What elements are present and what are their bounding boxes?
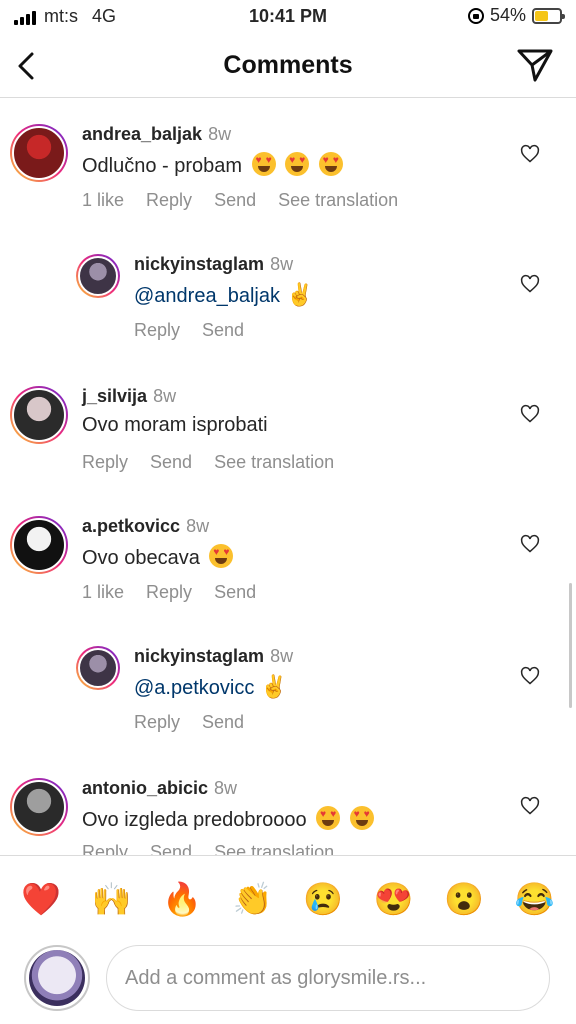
comment-text: Ovo moram isprobati <box>82 414 268 436</box>
like-heart-icon[interactable] <box>520 144 540 164</box>
see-translation-button[interactable]: See translation <box>214 842 334 855</box>
fire-emoji-button[interactable]: 🔥 <box>160 877 204 921</box>
reply-button[interactable]: Reply <box>134 712 180 732</box>
comment-text: Odlučno - probam <box>82 155 243 177</box>
mention-link[interactable]: @andrea_baljak <box>134 285 280 307</box>
emoji-quick-bar: ❤️ 🙌 🔥 👏 😢 😍 😮 😂 <box>0 855 576 941</box>
victory-hand-emoji-icon: ✌ <box>260 674 288 699</box>
avatar[interactable] <box>76 254 120 298</box>
comment-time: 8w <box>186 516 210 536</box>
comment-time: 8w <box>270 646 294 666</box>
comment-username[interactable]: andrea_baljak <box>82 124 202 144</box>
my-avatar <box>24 945 90 1011</box>
comments-list[interactable]: andrea_baljak 8w Odlučno - probam 1 like R… <box>0 98 576 855</box>
like-heart-icon[interactable] <box>520 274 540 294</box>
crying-emoji-button[interactable]: 😢 <box>301 877 345 921</box>
comment-time: 8w <box>214 778 238 798</box>
heart-eyes-emoji-button[interactable]: 😍 <box>372 877 416 921</box>
heart-eyes-emoji-icon <box>285 152 310 176</box>
send-button[interactable]: Send <box>202 320 244 340</box>
comment-username[interactable]: j_silvija <box>82 386 147 406</box>
send-button[interactable]: Send <box>150 842 192 855</box>
heart-eyes-emoji-icon <box>316 806 341 830</box>
see-translation-button[interactable]: See translation <box>278 190 398 210</box>
comment-time: 8w <box>153 386 177 406</box>
direct-send-icon[interactable] <box>516 46 554 84</box>
avatar[interactable] <box>76 646 120 690</box>
send-button[interactable]: Send <box>202 712 244 732</box>
reply-button[interactable]: Reply <box>82 452 128 472</box>
like-heart-icon[interactable] <box>520 796 540 816</box>
comment-composer: Add a comment as glorysmile.rs... <box>0 941 576 1024</box>
red-heart-emoji-button[interactable]: ❤️ <box>19 877 63 921</box>
avatar[interactable] <box>10 516 68 574</box>
send-button[interactable]: Send <box>150 452 192 472</box>
avatar[interactable] <box>10 124 68 182</box>
comment-time: 8w <box>270 254 294 274</box>
clapping-emoji-button[interactable]: 👏 <box>231 877 275 921</box>
heart-eyes-emoji-icon <box>251 152 276 176</box>
send-button[interactable]: Send <box>214 190 256 210</box>
comment-time: 8w <box>208 124 232 144</box>
reply-button[interactable]: Reply <box>82 842 128 855</box>
mention-link[interactable]: @a.petkovicc <box>134 677 254 699</box>
reply-button[interactable]: Reply <box>146 190 192 210</box>
scrollbar[interactable] <box>569 583 572 708</box>
page-title: Comments <box>223 51 353 79</box>
surprised-emoji-button[interactable]: 😮 <box>442 877 486 921</box>
heart-eyes-emoji-icon <box>209 544 234 568</box>
like-heart-icon[interactable] <box>520 666 540 686</box>
avatar[interactable] <box>10 778 68 836</box>
like-heart-icon[interactable] <box>520 404 540 424</box>
comment-text: Ovo izgleda predobroooo <box>82 809 307 831</box>
raising-hands-emoji-button[interactable]: 🙌 <box>90 877 134 921</box>
comment-username[interactable]: nickyinstaglam <box>134 254 264 274</box>
see-translation-button[interactable]: See translation <box>214 452 334 472</box>
comment-input[interactable]: Add a comment as glorysmile.rs... <box>106 945 550 1011</box>
comment-username[interactable]: nickyinstaglam <box>134 646 264 666</box>
comment-username[interactable]: antonio_abicic <box>82 778 208 798</box>
victory-hand-emoji-icon: ✌ <box>285 282 314 307</box>
status-bar: mt:s 4G 10:41 PM 54% <box>0 0 576 34</box>
reply-button[interactable]: Reply <box>146 582 192 602</box>
header: Comments <box>0 34 576 98</box>
reply-button[interactable]: Reply <box>134 320 180 340</box>
like-count[interactable]: 1 like <box>82 582 124 602</box>
rotation-lock-icon <box>467 7 484 24</box>
comment-text: Ovo obecava <box>82 547 200 569</box>
battery-icon <box>532 7 565 24</box>
laughing-emoji-button[interactable]: 😂 <box>513 877 557 921</box>
like-count[interactable]: 1 like <box>82 190 124 210</box>
heart-eyes-emoji-icon <box>318 152 343 176</box>
battery-percent: 54% <box>489 5 526 25</box>
send-button[interactable]: Send <box>214 582 256 602</box>
heart-eyes-emoji-icon <box>349 806 374 830</box>
comment-username[interactable]: a.petkovicc <box>82 516 180 536</box>
like-heart-icon[interactable] <box>520 534 540 554</box>
avatar[interactable] <box>10 386 68 444</box>
